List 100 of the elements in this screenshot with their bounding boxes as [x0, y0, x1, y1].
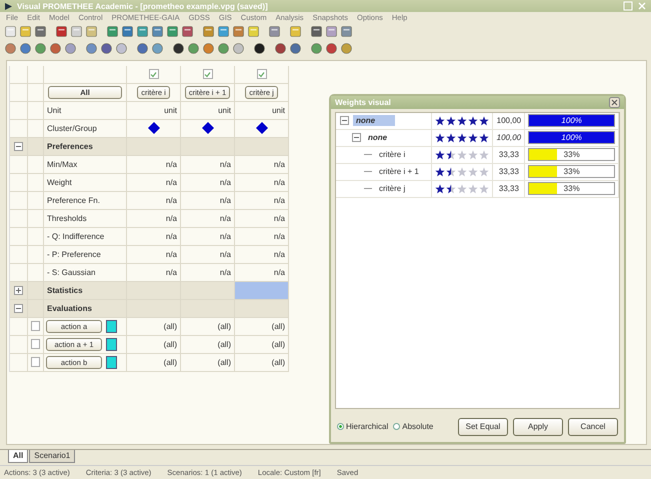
table-cell: (all) — [235, 354, 289, 372]
star-rating[interactable] — [435, 132, 490, 143]
table-cell: n/a — [181, 210, 235, 228]
star-icon — [479, 150, 490, 160]
section-cell[interactable] — [127, 300, 181, 318]
checkbox[interactable] — [148, 69, 158, 80]
section-label: Preferences — [44, 138, 127, 156]
star-rating[interactable] — [435, 184, 490, 194]
table-cell: n/a — [235, 210, 289, 228]
section-cell[interactable] — [235, 300, 289, 318]
sheet-tab[interactable]: Scenario1 — [29, 450, 76, 463]
dialog-button[interactable]: Apply — [513, 418, 563, 436]
radio-option[interactable]: Hierarchical — [337, 422, 388, 432]
section-label: Statistics — [44, 282, 127, 300]
checkbox[interactable] — [31, 339, 40, 350]
star-icon — [468, 166, 478, 177]
star-icon — [468, 132, 478, 143]
section-cell[interactable] — [181, 138, 235, 156]
table-cell: unit — [127, 102, 181, 120]
table-cell: n/a — [127, 192, 181, 210]
row-label: Min/Max — [44, 156, 127, 174]
table-cell — [28, 66, 44, 84]
table-cell: n/a — [235, 246, 289, 264]
star-icon — [468, 184, 478, 194]
collapse-icon[interactable] — [14, 304, 23, 313]
star-icon — [435, 166, 446, 177]
collapse-icon[interactable] — [14, 142, 23, 151]
table-cell: (all) — [235, 336, 289, 354]
tree-item[interactable]: critère j — [376, 183, 408, 194]
checkbox[interactable] — [31, 321, 40, 332]
percent-label: 33% — [562, 149, 581, 160]
color-swatch[interactable] — [106, 338, 117, 351]
table-cell — [10, 102, 28, 120]
star-icon — [479, 132, 490, 143]
table-cell: (all) — [127, 318, 181, 336]
table-cell: n/a — [127, 228, 181, 246]
table-cell — [28, 192, 44, 210]
star-icon — [457, 150, 468, 160]
star-icon — [457, 184, 468, 194]
collapse-icon[interactable] — [352, 133, 361, 142]
table-cell — [28, 156, 44, 174]
table-cell: n/a — [181, 192, 235, 210]
section-cell[interactable] — [127, 282, 181, 300]
star-rating[interactable] — [435, 116, 490, 126]
weight-value: 33,33 — [498, 167, 519, 176]
checkbox[interactable] — [31, 357, 40, 368]
table-cell: (all) — [181, 318, 235, 336]
tree-item[interactable]: none — [353, 115, 396, 126]
table-cell: n/a — [181, 156, 235, 174]
color-swatch[interactable] — [106, 356, 117, 369]
table-cell: n/a — [127, 210, 181, 228]
row-label: Unit — [44, 102, 127, 120]
table-cell — [10, 174, 28, 192]
table-cell: n/a — [181, 174, 235, 192]
table-cell — [10, 246, 28, 264]
star-rating[interactable] — [435, 166, 490, 177]
toolbar-icon[interactable] — [172, 42, 185, 55]
percent-label: 100% — [560, 115, 583, 126]
table-cell — [28, 246, 44, 264]
star-icon — [446, 150, 456, 160]
checkbox[interactable] — [202, 69, 212, 80]
radio-option[interactable]: Absolute — [393, 422, 434, 432]
tree-item[interactable]: critère i — [376, 149, 408, 160]
table-cell: (all) — [127, 354, 181, 372]
table-cell: n/a — [127, 174, 181, 192]
checkbox[interactable] — [256, 69, 266, 80]
row-label: Thresholds — [44, 210, 127, 228]
weight-value: 100,00 — [496, 133, 522, 142]
dialog-button[interactable]: Set Equal — [458, 418, 508, 436]
star-rating[interactable] — [435, 150, 490, 160]
table-cell — [10, 84, 28, 102]
weight-value: 33,33 — [498, 150, 519, 160]
section-cell[interactable] — [235, 282, 289, 300]
star-icon — [468, 116, 478, 126]
section-cell[interactable] — [181, 282, 235, 300]
toolbar-icon[interactable] — [253, 42, 266, 55]
collapse-icon[interactable] — [340, 116, 349, 126]
star-icon — [435, 116, 446, 126]
star-icon — [457, 132, 468, 143]
tree-item[interactable]: none — [365, 132, 390, 144]
table-cell: unit — [235, 102, 289, 120]
table-cell — [10, 66, 28, 84]
section-cell[interactable] — [235, 138, 289, 156]
table-cell: n/a — [181, 228, 235, 246]
sheet-tab[interactable]: All — [8, 450, 28, 463]
section-cell[interactable] — [127, 138, 181, 156]
table-cell — [10, 192, 28, 210]
weight-value: 33,33 — [498, 184, 519, 194]
table-cell: n/a — [235, 156, 289, 174]
dialog-button[interactable]: Cancel — [568, 418, 618, 436]
row-label: - Q: Indifference — [44, 228, 127, 246]
tree-item[interactable]: critère i + 1 — [376, 166, 422, 178]
percent-label: 33% — [562, 166, 581, 178]
close-icon[interactable] — [609, 96, 620, 108]
star-icon — [435, 150, 446, 160]
expand-icon[interactable] — [14, 286, 23, 295]
section-cell[interactable] — [181, 300, 235, 318]
section-label: Evaluations — [44, 300, 127, 318]
color-swatch[interactable] — [106, 320, 117, 333]
table-cell: n/a — [181, 246, 235, 264]
